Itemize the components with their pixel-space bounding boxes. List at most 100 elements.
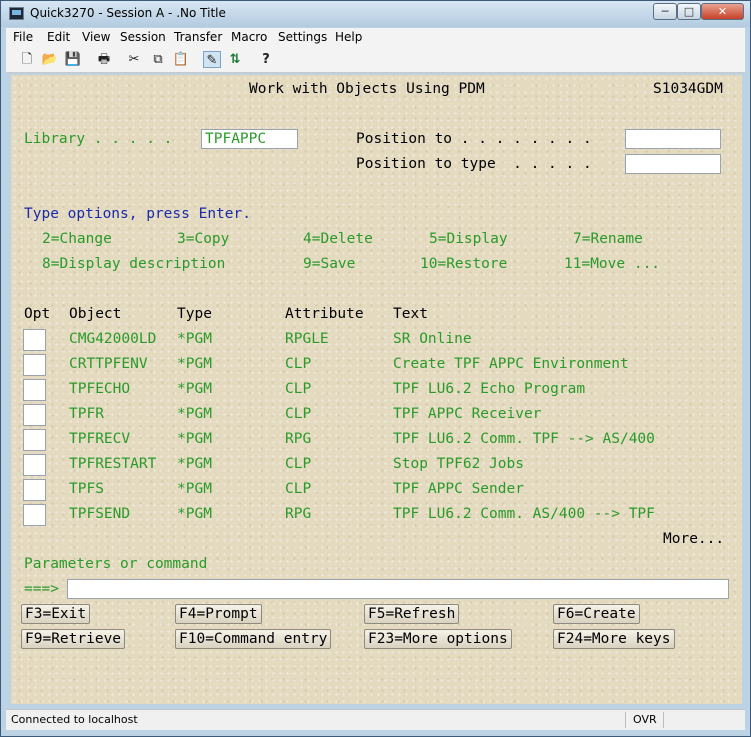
more-indicator: More... <box>663 531 725 547</box>
object-text: Stop TPF62 Jobs <box>393 456 524 472</box>
f10-command-entry-button[interactable]: F10=Command entry <box>175 629 332 649</box>
position-to-type-input[interactable] <box>625 154 721 174</box>
object-name: TPFR <box>69 406 104 422</box>
position-to-type-label: Position to type . . . . . <box>356 156 592 172</box>
opt-input[interactable] <box>23 429 46 451</box>
toolbar: 🗋 📂 💾 🖶 ✂ ⧉ 📋 ✎ ⇅ ? <box>6 47 745 73</box>
f24-more-keys-button[interactable]: F24=More keys <box>553 629 675 649</box>
option-save: 9=Save <box>303 256 356 272</box>
menu-settings[interactable]: Settings <box>278 30 327 44</box>
option-copy: 3=Copy <box>177 231 230 247</box>
system-name: S1034GDM <box>653 81 723 97</box>
parameters-label: Parameters or command <box>24 556 208 572</box>
opt-input[interactable] <box>23 504 46 526</box>
insert-mode-indicator: OVR <box>633 713 657 726</box>
object-type: *PGM <box>177 406 212 422</box>
option-restore: 10=Restore <box>420 256 508 272</box>
opt-input[interactable] <box>23 479 46 501</box>
terminal-screen[interactable]: Work with Objects Using PDM S1034GDM Lib… <box>11 75 742 704</box>
help-icon[interactable]: ? <box>257 51 275 68</box>
f9-retrieve-button[interactable]: F9=Retrieve <box>21 629 126 649</box>
opt-input[interactable] <box>23 379 46 401</box>
menu-session[interactable]: Session <box>120 30 166 44</box>
option-move: 11=Move ... <box>564 256 661 272</box>
f3-exit-button[interactable]: F3=Exit <box>21 604 91 624</box>
library-value: TPFAPPC <box>205 131 267 147</box>
option-delete: 4=Delete <box>303 231 373 247</box>
object-name: TPFRESTART <box>69 456 157 472</box>
transfer-icon[interactable]: ⇅ <box>226 51 244 68</box>
object-attribute: CLP <box>285 406 312 422</box>
object-attribute: CLP <box>285 356 312 372</box>
menu-file[interactable]: File <box>13 30 33 44</box>
opt-input[interactable] <box>23 329 46 351</box>
library-label: Library . . . . . <box>24 131 173 147</box>
opt-input[interactable] <box>23 454 46 476</box>
object-type: *PGM <box>177 481 212 497</box>
save-icon[interactable]: 💾 <box>64 51 82 68</box>
object-text: Create TPF APPC Environment <box>393 356 629 372</box>
f4-prompt-button[interactable]: F4=Prompt <box>175 604 262 624</box>
library-input[interactable]: TPFAPPC <box>201 129 298 149</box>
f5-refresh-button[interactable]: F5=Refresh <box>364 604 460 624</box>
column-header-text: Text <box>393 306 428 322</box>
object-type: *PGM <box>177 506 212 522</box>
position-to-label: Position to . . . . . . . . <box>356 131 592 147</box>
opt-input[interactable] <box>23 404 46 426</box>
close-button[interactable]: ✕ <box>701 3 744 20</box>
copy-icon[interactable]: ⧉ <box>149 51 167 68</box>
object-attribute: RPG <box>285 431 312 447</box>
object-type: *PGM <box>177 431 212 447</box>
position-to-input[interactable] <box>625 129 721 149</box>
object-text: TPF LU6.2 Comm. AS/400 --> TPF <box>393 506 655 522</box>
menu-macro[interactable]: Macro <box>231 30 267 44</box>
instructions-text: Type options, press Enter. <box>24 206 251 222</box>
terminal-app-icon <box>9 7 24 20</box>
f6-create-button[interactable]: F6=Create <box>553 604 640 624</box>
object-name: TPFSEND <box>69 506 131 522</box>
menu-edit[interactable]: Edit <box>47 30 70 44</box>
edit-icon[interactable]: ✎ <box>203 51 221 68</box>
screen-title: Work with Objects Using PDM <box>249 81 485 97</box>
object-type: *PGM <box>177 381 212 397</box>
application-window: Quick3270 - Session A - .No Title ─ □ ✕ … <box>0 0 751 737</box>
column-header-type: Type <box>177 306 212 322</box>
command-input[interactable] <box>67 579 729 599</box>
maximize-button[interactable]: □ <box>677 3 701 20</box>
object-name: CRTTPFENV <box>69 356 148 372</box>
cut-icon[interactable]: ✂ <box>125 51 143 68</box>
object-text: TPF LU6.2 Echo Program <box>393 381 586 397</box>
status-divider <box>625 712 626 728</box>
object-text: SR Online <box>393 331 472 347</box>
command-prompt: ===> <box>24 581 59 597</box>
option-display-description: 8=Display description <box>42 256 226 272</box>
column-header-attribute: Attribute <box>285 306 364 322</box>
object-attribute: RPGLE <box>285 331 329 347</box>
option-display: 5=Display <box>429 231 508 247</box>
object-attribute: CLP <box>285 456 312 472</box>
object-name: TPFRECV <box>69 431 131 447</box>
option-rename: 7=Rename <box>573 231 643 247</box>
opt-input[interactable] <box>23 354 46 376</box>
object-attribute: CLP <box>285 481 312 497</box>
object-text: TPF APPC Receiver <box>393 406 542 422</box>
status-bar: Connected to localhost OVR <box>6 709 745 730</box>
menu-help[interactable]: Help <box>335 30 362 44</box>
object-name: CMG42000LD <box>69 331 157 347</box>
object-type: *PGM <box>177 331 212 347</box>
title-bar[interactable]: Quick3270 - Session A - .No Title ─ □ ✕ <box>1 1 750 27</box>
menu-view[interactable]: View <box>82 30 110 44</box>
object-type: *PGM <box>177 456 212 472</box>
column-header-opt: Opt <box>24 306 51 322</box>
open-icon[interactable]: 📂 <box>41 51 59 68</box>
window-title: Quick3270 - Session A - .No Title <box>30 6 226 20</box>
f23-more-options-button[interactable]: F23=More options <box>364 629 512 649</box>
minimize-button[interactable]: ─ <box>653 3 677 20</box>
new-icon[interactable]: 🗋 <box>18 51 36 68</box>
paste-icon[interactable]: 📋 <box>172 51 190 68</box>
object-attribute: RPG <box>285 506 312 522</box>
menu-transfer[interactable]: Transfer <box>174 30 222 44</box>
status-divider <box>663 712 664 728</box>
option-change: 2=Change <box>42 231 112 247</box>
print-icon[interactable]: 🖶 <box>95 51 113 68</box>
